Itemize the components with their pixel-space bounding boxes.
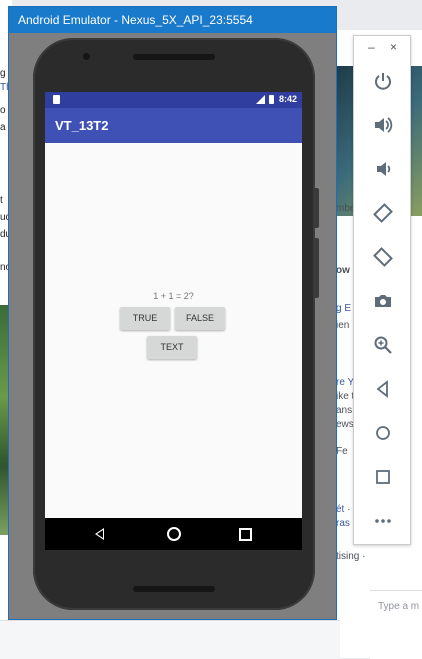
home-icon[interactable]: [368, 418, 398, 448]
bg-text: a: [0, 122, 6, 133]
overview-icon[interactable]: [368, 462, 398, 492]
bg-text: ans: [336, 405, 353, 416]
front-camera: [83, 53, 90, 60]
nav-home-icon[interactable]: [167, 527, 181, 541]
status-time: 8:42: [279, 94, 298, 104]
zoom-icon[interactable]: [368, 330, 398, 360]
volume-up-icon[interactable]: [368, 110, 398, 140]
nav-back-icon[interactable]: [95, 528, 104, 540]
app-content: 1 + 1 = 2? TRUE FALSE TEXT: [45, 143, 302, 514]
bg-text: ien: [336, 320, 350, 331]
question-text: 1 + 1 = 2?: [153, 291, 194, 301]
power-icon[interactable]: [368, 66, 398, 96]
battery-icon: [269, 95, 274, 104]
message-placeholder: Type a m: [378, 601, 420, 612]
app-bar-title: VT_13T2: [45, 108, 302, 143]
bottom-speaker: [133, 586, 215, 592]
minimize-button[interactable]: –: [368, 40, 375, 54]
bg-text: ews: [336, 419, 354, 430]
status-bar: 8:42: [45, 92, 302, 108]
true-button[interactable]: TRUE: [120, 307, 170, 330]
emulator-toolbar: – ×: [353, 35, 411, 545]
rotate-right-icon[interactable]: [368, 242, 398, 272]
text-button[interactable]: TEXT: [147, 336, 197, 359]
bg-text: Fe: [336, 446, 348, 457]
false-button[interactable]: FALSE: [175, 307, 225, 330]
window-title[interactable]: Android Emulator - Nexus_5X_API_23:5554: [9, 7, 336, 33]
device-screen[interactable]: 8:42 VT_13T2 1 + 1 = 2? TRUE FALSE TEXT: [45, 92, 302, 550]
more-icon[interactable]: [368, 506, 398, 536]
top-speaker: [133, 54, 215, 60]
rotate-left-icon[interactable]: [368, 198, 398, 228]
nav-recent-icon[interactable]: [239, 528, 252, 541]
phone-frame: 8:42 VT_13T2 1 + 1 = 2? TRUE FALSE TEXT: [33, 38, 319, 610]
bg-text: ike t: [336, 391, 355, 402]
bg-text: o: [0, 105, 6, 116]
volume-down-icon[interactable]: [368, 154, 398, 184]
notification-icon: [53, 95, 60, 104]
close-button[interactable]: ×: [390, 40, 397, 54]
bg-text: ras: [336, 518, 350, 529]
bg-text: g E: [336, 303, 352, 314]
bg-text: re Y: [336, 377, 355, 388]
bg-text: ow: [336, 265, 350, 276]
emulator-window: Android Emulator - Nexus_5X_API_23:5554 …: [8, 6, 337, 620]
volume-side-button: [315, 238, 319, 298]
bg-text: t: [0, 195, 3, 206]
signal-icon: [256, 95, 265, 104]
power-side-button: [315, 188, 319, 228]
bg-text: tising ·: [336, 551, 366, 562]
bg-text: g: [0, 68, 6, 79]
navigation-bar: [45, 518, 302, 550]
bg-text: ét ·: [336, 504, 351, 515]
back-icon[interactable]: [368, 374, 398, 404]
camera-icon[interactable]: [368, 286, 398, 316]
message-input[interactable]: Type a m: [370, 590, 422, 659]
background-bottom-bar: [0, 620, 340, 659]
